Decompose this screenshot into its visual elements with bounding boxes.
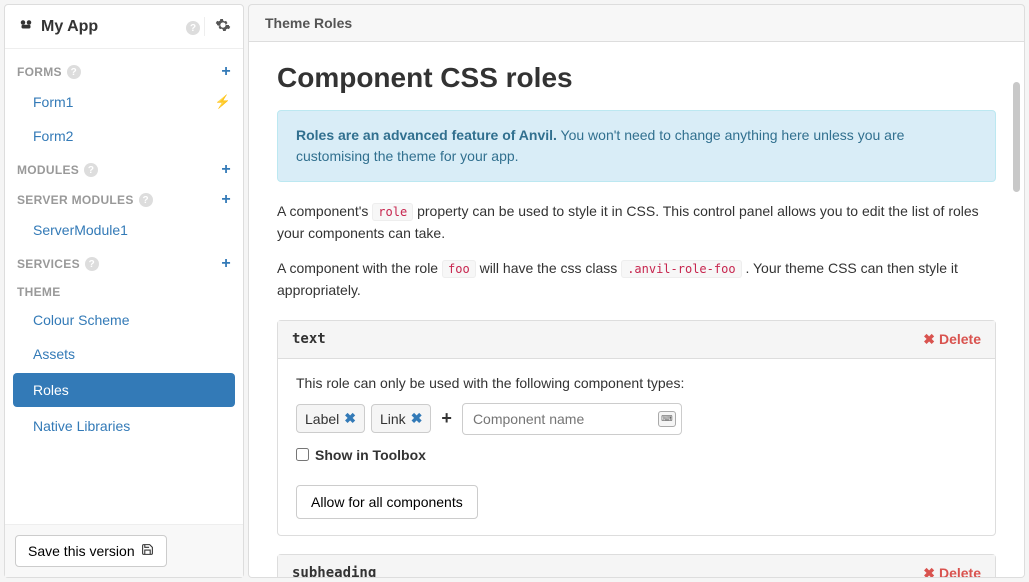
role-header: text ✖ Delete — [278, 321, 995, 359]
help-icon[interactable]: ? — [67, 65, 81, 79]
bolt-icon: ⚡ — [215, 94, 231, 110]
help-icon[interactable]: ? — [84, 163, 98, 177]
remove-tag-icon[interactable]: ✖ — [344, 410, 356, 427]
role-name: subheading — [292, 565, 923, 578]
gear-icon[interactable] — [204, 17, 231, 36]
tag-link: Link ✖ — [371, 404, 431, 433]
sidebar: My App ? FORMS? + Form1 ⚡ Form2 MODULES?… — [4, 4, 244, 578]
app-icon — [17, 15, 35, 38]
add-server-module-button[interactable]: + — [221, 191, 231, 209]
sidebar-item-roles[interactable]: Roles — [13, 373, 235, 407]
section-theme: THEME — [5, 277, 243, 303]
scrollbar[interactable] — [1013, 82, 1020, 192]
save-icon — [141, 543, 154, 559]
sidebar-item-colour-scheme[interactable]: Colour Scheme — [5, 303, 243, 337]
plus-icon: + — [437, 408, 456, 429]
delete-role-button[interactable]: ✖ Delete — [923, 331, 981, 348]
close-icon: ✖ — [923, 565, 935, 578]
role-header: subheading ✖ Delete — [278, 555, 995, 578]
code-class: .anvil-role-foo — [621, 260, 741, 278]
sidebar-item-form2[interactable]: Form2 — [5, 119, 243, 153]
role-description: This role can only be used with the foll… — [296, 375, 977, 391]
info-box: Roles are an advanced feature of Anvil. … — [277, 110, 996, 182]
main-header: Theme Roles — [248, 4, 1025, 41]
section-modules: MODULES? + — [5, 153, 243, 183]
section-server-modules: SERVER MODULES? + — [5, 183, 243, 213]
component-tags: Label ✖ Link ✖ + ⌨ — [296, 403, 977, 435]
description-2: A component with the role foo will have … — [277, 257, 996, 302]
help-icon[interactable]: ? — [85, 257, 99, 271]
page-title: Component CSS roles — [277, 62, 996, 94]
role-name: text — [292, 331, 923, 347]
show-in-toolbox-row: Show in Toolbox — [296, 447, 977, 463]
allow-all-button[interactable]: Allow for all components — [296, 485, 478, 519]
main-body: Component CSS roles Roles are an advance… — [248, 41, 1025, 578]
role-card-subheading: subheading ✖ Delete — [277, 554, 996, 578]
sidebar-item-form1[interactable]: Form1 ⚡ — [5, 85, 243, 119]
sidebar-item-native-libraries[interactable]: Native Libraries — [5, 409, 243, 443]
tag-label: Label ✖ — [296, 404, 365, 433]
code-role: role — [372, 203, 413, 221]
help-icon[interactable]: ? — [186, 18, 200, 36]
save-version-button[interactable]: Save this version — [15, 535, 167, 567]
sidebar-item-assets[interactable]: Assets — [5, 337, 243, 371]
remove-tag-icon[interactable]: ✖ — [411, 410, 423, 427]
sidebar-footer: Save this version — [5, 524, 243, 577]
delete-role-button[interactable]: ✖ Delete — [923, 565, 981, 578]
add-service-button[interactable]: + — [221, 255, 231, 273]
sidebar-header: My App ? — [5, 5, 243, 49]
close-icon: ✖ — [923, 331, 935, 348]
role-body: This role can only be used with the foll… — [278, 359, 995, 535]
section-forms: FORMS? + — [5, 55, 243, 85]
add-form-button[interactable]: + — [221, 63, 231, 81]
code-foo: foo — [442, 260, 476, 278]
sidebar-item-servermodule1[interactable]: ServerModule1 — [5, 213, 243, 247]
app-title: My App — [17, 15, 186, 38]
main-panel: Theme Roles Component CSS roles Roles ar… — [248, 4, 1025, 578]
sidebar-body: FORMS? + Form1 ⚡ Form2 MODULES? + SERVER… — [5, 49, 243, 524]
description-1: A component's role property can be used … — [277, 200, 996, 245]
help-icon[interactable]: ? — [139, 193, 153, 207]
section-services: SERVICES? + — [5, 247, 243, 277]
component-name-input[interactable] — [462, 403, 682, 435]
keyboard-icon[interactable]: ⌨ — [658, 411, 676, 427]
show-in-toolbox-label: Show in Toolbox — [315, 447, 426, 463]
show-in-toolbox-checkbox[interactable] — [296, 448, 309, 461]
add-module-button[interactable]: + — [221, 161, 231, 179]
role-card-text: text ✖ Delete This role can only be used… — [277, 320, 996, 536]
